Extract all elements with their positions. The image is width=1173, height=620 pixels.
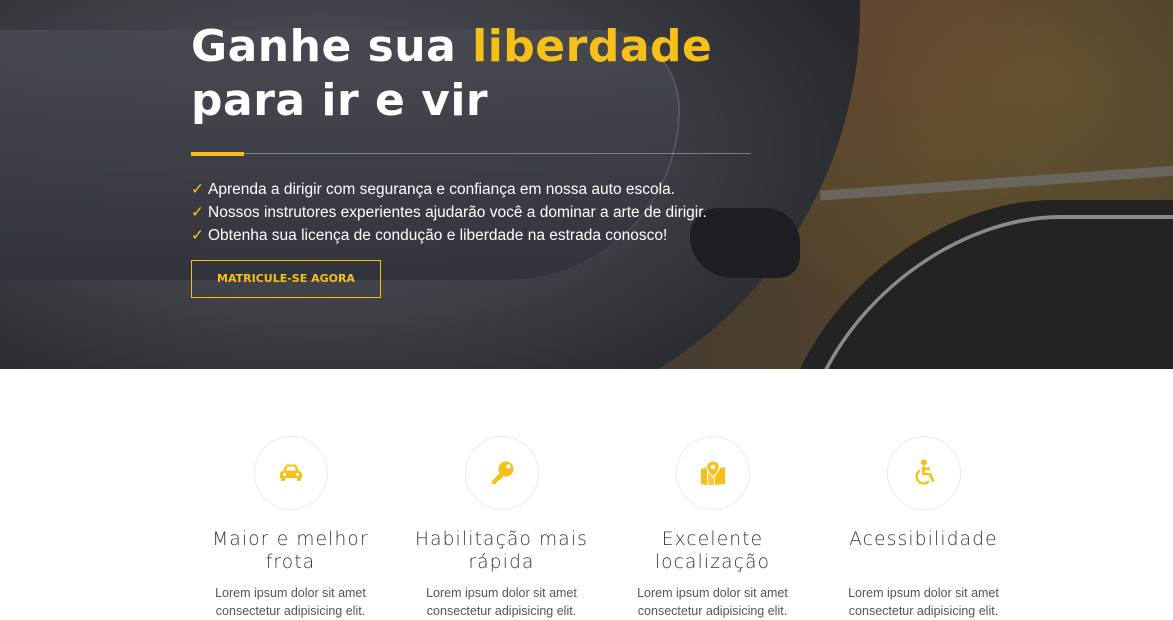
hero-bullet-text: Nossos instrutores experientes ajudarão … bbox=[208, 204, 707, 221]
feature-card: Excelente localização Lorem ipsum dolor … bbox=[607, 436, 818, 620]
feature-text: Lorem ipsum dolor sit amet consectetur a… bbox=[426, 586, 577, 618]
map-marker-icon bbox=[700, 460, 725, 485]
feature-text: Lorem ipsum dolor sit amet consectetur a… bbox=[637, 586, 788, 618]
feature-card: Maior e melhor frota Lorem ipsum dolor s… bbox=[185, 436, 396, 620]
feature-icon-circle bbox=[675, 436, 750, 510]
hero-divider-line bbox=[191, 153, 751, 154]
car-icon bbox=[279, 464, 302, 481]
hero-title-part2: para ir e vir bbox=[191, 75, 489, 126]
hero-divider-accent bbox=[191, 152, 244, 156]
feature-icon-circle bbox=[253, 436, 328, 510]
hero-bullet: ✓ Obtenha sua licença de condução e liber… bbox=[191, 224, 811, 247]
feature-icon-circle bbox=[464, 436, 539, 510]
check-icon: ✓ bbox=[191, 204, 204, 221]
hero-bullet: ✓ Aprenda a dirigir com segurança e confi… bbox=[191, 178, 811, 201]
key-icon bbox=[491, 461, 513, 484]
hero-bullet-list: ✓ Aprenda a dirigir com segurança e confi… bbox=[191, 178, 811, 247]
hero-divider bbox=[191, 152, 751, 156]
features-section: Maior e melhor frota Lorem ipsum dolor s… bbox=[185, 436, 1029, 620]
feature-title: Acessibilidade bbox=[849, 529, 998, 550]
enroll-now-button[interactable]: MATRICULE-SE AGORA bbox=[191, 260, 381, 298]
hero-content: Ganhe sua liberdade para ir e vir ✓ Apren… bbox=[191, 20, 811, 298]
feature-text: Lorem ipsum dolor sit amet consectetur a… bbox=[215, 586, 366, 618]
hero-title: Ganhe sua liberdade para ir e vir bbox=[191, 20, 811, 128]
feature-title: Habilitação mais rápida bbox=[414, 529, 589, 573]
hero-bullet: ✓ Nossos instrutores experientes ajudarão… bbox=[191, 201, 811, 224]
feature-text: Lorem ipsum dolor sit amet consectetur a… bbox=[848, 586, 999, 618]
hero-bullet-text: Aprenda a dirigir com segurança e confia… bbox=[208, 181, 675, 198]
feature-title: Excelente localização bbox=[654, 529, 771, 573]
accessibility-icon bbox=[914, 459, 934, 485]
hero-title-part1: Ganhe sua bbox=[191, 21, 473, 72]
feature-title: Maior e melhor frota bbox=[212, 529, 369, 573]
hero-bullet-text: Obtenha sua licença de condução e liberd… bbox=[208, 227, 668, 244]
hero-banner: Ganhe sua liberdade para ir e vir ✓ Apren… bbox=[0, 0, 1173, 369]
check-icon: ✓ bbox=[191, 181, 204, 198]
feature-card: Habilitação mais rápida Lorem ipsum dolo… bbox=[396, 436, 607, 620]
check-icon: ✓ bbox=[191, 227, 204, 244]
feature-icon-circle bbox=[886, 436, 961, 510]
hero-title-accent: liberdade bbox=[472, 21, 713, 72]
feature-card: Acessibilidade Lorem ipsum dolor sit ame… bbox=[818, 436, 1029, 620]
